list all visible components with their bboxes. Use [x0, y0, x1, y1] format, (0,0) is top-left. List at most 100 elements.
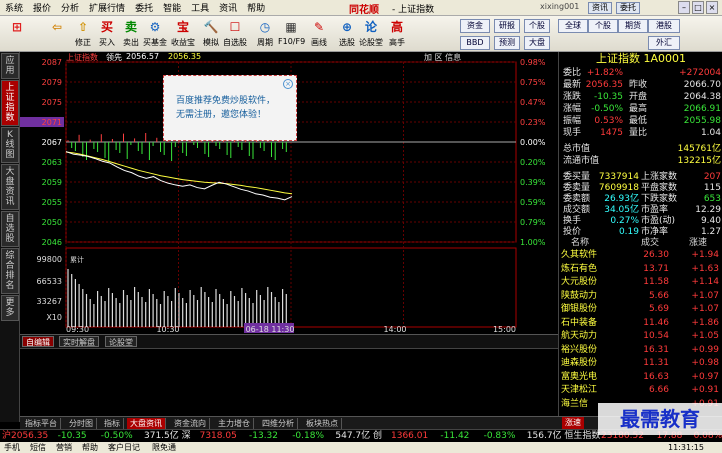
menu-item-2[interactable]: 分析 — [56, 1, 84, 14]
brand-logo: 同花顺 — [349, 5, 379, 16]
toolbar-label-7: 模拟 — [203, 38, 219, 47]
menu-item-4[interactable]: 委托 — [130, 1, 158, 14]
stock-tab-0[interactable]: 指标平台 — [22, 418, 61, 429]
toolbar-button-2[interactable]: ⇧ 修正 — [70, 18, 96, 50]
toolbar-label-10: F10/F9 — [278, 37, 306, 46]
quote-row: 现手 1475 量比 1.04 — [561, 128, 721, 139]
y-price-label: 2075 — [42, 98, 62, 107]
toolbar-right-button-1[interactable]: BBD — [460, 36, 490, 50]
toolbar-right-button-0[interactable]: 资金 — [460, 19, 490, 33]
left-tab-2[interactable]: K线图 — [1, 127, 19, 163]
list-item[interactable]: 炼石有色 13.71 +1.63 — [561, 264, 721, 275]
toolbar-button-11[interactable]: ✎ 画线 — [306, 18, 332, 50]
list-item[interactable]: 航天动力 10.54 +1.05 — [561, 331, 721, 342]
list-item[interactable]: 御银股份 5.69 +1.07 — [561, 304, 721, 315]
bottom-tab-2[interactable]: 论股堂 — [105, 336, 137, 347]
toolbar-right-button-4[interactable]: 个股 — [524, 19, 550, 33]
menu-item-8[interactable]: 帮助 — [242, 1, 270, 14]
stock-tab-4[interactable]: 资金流向 — [171, 418, 210, 429]
toolbar-button-4[interactable]: 卖卖出 — [118, 18, 144, 50]
stock-tab-3[interactable]: 大盘资讯 — [127, 418, 166, 429]
left-tab-3[interactable]: 大盘资讯 — [1, 164, 19, 210]
bottom-tab-0[interactable]: 自编辑 — [22, 336, 54, 347]
toolbar-button-14[interactable]: 高高手 — [384, 18, 410, 50]
toolbar-button-12[interactable]: ⊕ 选股 — [334, 18, 360, 50]
ticker-item: 156.7亿 恒生指数 — [526, 431, 601, 441]
status-bar: 手机 短信 营销 帮助 客户日记 限免通 11:31:15 — [0, 442, 722, 453]
y-vol-label: 33267 — [37, 297, 62, 306]
toolbar-right-button-7[interactable]: 个股 — [588, 19, 618, 33]
stock-tab-2[interactable]: 指标 — [101, 418, 124, 429]
toolbar-button-3[interactable]: 买买入 — [94, 18, 120, 50]
x-label: 15:00 — [493, 325, 516, 334]
toolbar-button-10[interactable]: ▦ F10/F9 — [278, 18, 306, 50]
left-tab-0[interactable]: 应用 — [1, 53, 19, 79]
toolbar-right-button-2[interactable]: 研报 — [494, 19, 520, 33]
toolbar-button-0[interactable]: ⊞ — [4, 18, 30, 50]
menu-item-3[interactable]: 扩展行情 — [84, 1, 130, 14]
left-tab-char: 综 — [5, 251, 15, 261]
toolbar-right-button-5[interactable]: 大盘 — [524, 36, 550, 50]
stock-tab-5[interactable]: 主力增仓 — [215, 418, 254, 429]
toolbar-button-5[interactable]: ⚙ 买基金 — [142, 18, 168, 50]
info-button[interactable]: 资讯 — [588, 2, 612, 14]
toolbar-button-9[interactable]: ◷ 周期 — [252, 18, 278, 50]
toolbar-icon-8: ☐ — [229, 20, 241, 34]
list-item[interactable]: 大元股份 11.58 +1.14 — [561, 277, 721, 288]
list-item[interactable]: 迪森股份 11.31 +0.98 — [561, 358, 721, 369]
maximize-icon[interactable]: □ — [692, 1, 704, 14]
list-item[interactable]: 久其软件 26.30 +1.94 — [561, 250, 721, 261]
left-tab-1[interactable]: 上证指数 — [1, 80, 19, 126]
list-item[interactable]: 石中装备 11.46 +1.86 — [561, 318, 721, 329]
close-icon[interactable]: × — [283, 79, 293, 89]
bottom-tabs: 自编辑 实时解盘 论股堂 — [20, 334, 558, 348]
menu-item-6[interactable]: 工具 — [186, 1, 214, 14]
status-item-4[interactable]: 客户日记 — [108, 442, 140, 453]
toolbar-right-button-8[interactable]: 期货 — [618, 19, 648, 33]
toolbar-right-button-9[interactable]: 港股 — [648, 19, 680, 33]
promo-popup[interactable]: × 百度推荐免费炒股软件， 无需注册，邀您体验！ — [163, 75, 297, 141]
left-tab-5[interactable]: 综合排名 — [1, 248, 19, 294]
left-tab-4[interactable]: 自选股 — [1, 211, 19, 247]
toolbar-label-9: 周期 — [257, 38, 273, 47]
left-tab-char: 数 — [5, 113, 15, 123]
menu-item-0[interactable]: 系统 — [0, 1, 28, 14]
commission-button[interactable]: 委托 — [616, 2, 640, 14]
toolbar-right-button-6[interactable]: 全球 — [558, 19, 588, 33]
list-item[interactable]: 陕鼓动力 5.66 +1.07 — [561, 291, 721, 302]
status-item-0[interactable]: 手机 — [4, 442, 20, 453]
left-tab-6[interactable]: 更多 — [1, 295, 19, 321]
toolbar-button-6[interactable]: 宝收益宝 — [170, 18, 196, 50]
toolbar-button-1[interactable]: ⇦ — [44, 18, 70, 50]
list-item[interactable]: 天津松江 6.66 +0.91 — [561, 385, 721, 396]
stock-tab-1[interactable]: 分时图 — [66, 418, 97, 429]
quote-cell: 145761亿 — [677, 144, 721, 154]
menu-item-7[interactable]: 资讯 — [214, 1, 242, 14]
list-item[interactable]: 富奥光电 16.63 +0.97 — [561, 372, 721, 383]
toolbar-button-7[interactable]: 🔨 模拟 — [198, 18, 224, 50]
status-item-5[interactable]: 限免通 — [152, 442, 176, 453]
toolbar-button-13[interactable]: 论论股堂 — [358, 18, 384, 50]
status-item-2[interactable]: 营销 — [56, 442, 72, 453]
bottom-tab-1[interactable]: 实时解盘 — [59, 336, 99, 347]
toolbar-right-button-10[interactable]: 外汇 — [648, 36, 680, 50]
y-pct-label: 1.00% — [520, 238, 546, 247]
minimize-icon[interactable]: – — [678, 1, 690, 14]
toolbar-label-8: 自选股 — [223, 38, 247, 47]
stock-tab-7[interactable]: 板块热点 — [303, 418, 342, 429]
status-item-3[interactable]: 帮助 — [82, 442, 98, 453]
list-header-cell: 涨速 — [689, 238, 708, 248]
toolbar-icon-6: 宝 — [176, 20, 189, 34]
menu-item-1[interactable]: 报价 — [28, 1, 56, 14]
toolbar-right-button-3[interactable]: 预测 — [494, 36, 520, 50]
y-price-label: 2050 — [42, 218, 62, 227]
close-window-icon[interactable]: × — [706, 1, 718, 14]
stock-tab-6[interactable]: 四维分析 — [259, 418, 298, 429]
toolbar-icon-10: ▦ — [285, 20, 297, 34]
status-item-1[interactable]: 短信 — [30, 442, 46, 453]
list-item[interactable]: 裕兴股份 16.31 +0.99 — [561, 345, 721, 356]
list-item-speed: +0.97 — [691, 371, 719, 382]
menu-item-5[interactable]: 智能 — [158, 1, 186, 14]
quote-bottom-label[interactable]: 涨速 — [562, 417, 584, 429]
toolbar-button-8[interactable]: ☐ 自选股 — [222, 18, 248, 50]
